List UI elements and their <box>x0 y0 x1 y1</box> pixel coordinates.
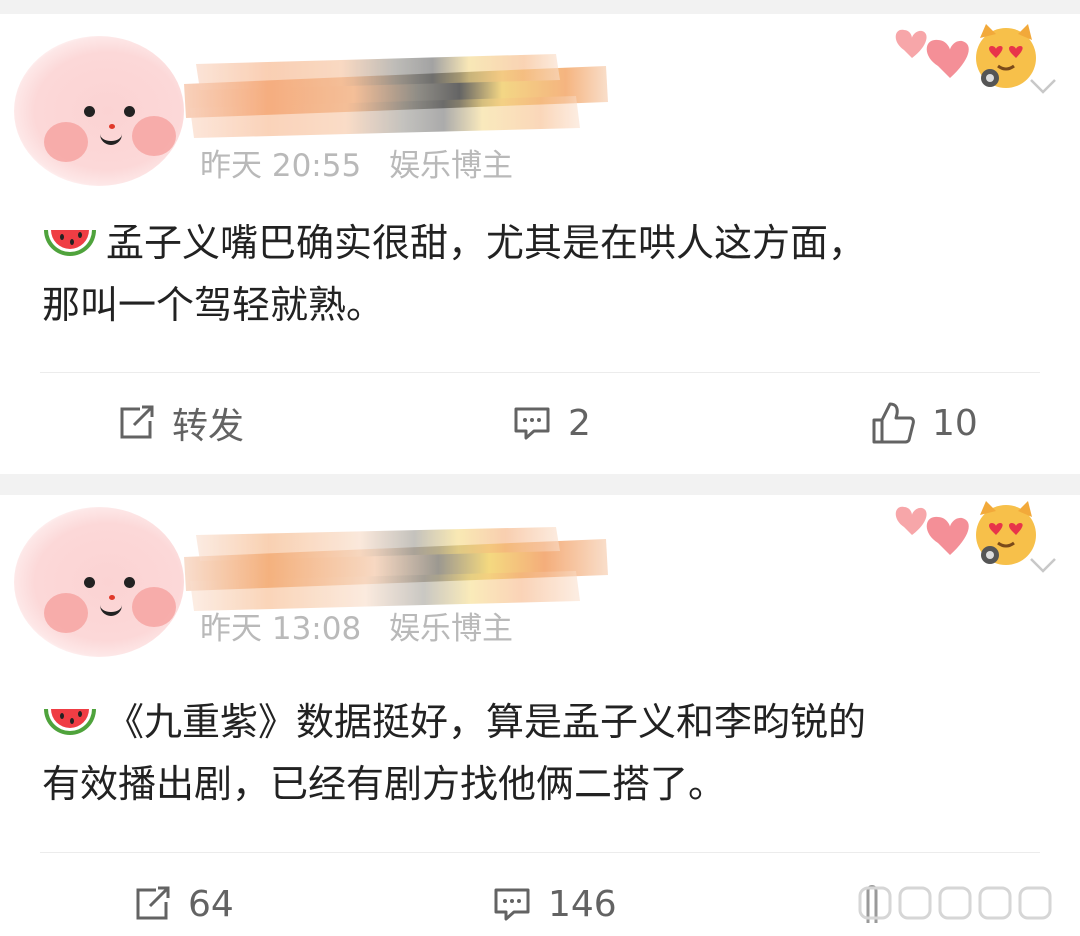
watermelon-emoji-icon <box>44 230 96 256</box>
post-source: 娱乐博主 <box>389 148 514 184</box>
comment-button[interactable]: 146 <box>492 869 617 936</box>
comment-icon <box>514 407 550 440</box>
content-line: 那叫一个驾轻就熟。 <box>42 283 385 327</box>
divider <box>40 372 1040 373</box>
post-card: 昨天 20:55 娱乐博主 孟子义嘴巴确实很甜，尤其是在哄人这方面， 那叫一个驾… <box>0 14 1080 474</box>
repost-button[interactable]: 64 <box>132 869 234 936</box>
chevron-down-icon[interactable] <box>1028 555 1058 575</box>
content-line: 有效播出剧，已经有剧方找他俩二搭了。 <box>42 762 727 806</box>
repost-count: 64 <box>188 883 234 925</box>
avatar-eye <box>124 106 135 117</box>
avatar[interactable] <box>14 36 184 186</box>
like-button[interactable]: 10 <box>870 388 978 458</box>
post-meta: 昨天 20:55 娱乐博主 <box>200 140 531 185</box>
post-content: 孟子义嘴巴确实很甜，尤其是在哄人这方面， 那叫一个驾轻就熟。 <box>42 212 1040 336</box>
content-text: 孟子义嘴巴确实很甜，尤其是在哄人这方面， <box>106 221 867 265</box>
repost-icon <box>136 886 170 920</box>
action-bar: 转发 2 10 <box>0 388 1080 458</box>
avatar-cheek <box>132 587 176 627</box>
watermelon-emoji-icon <box>44 709 96 735</box>
repost-icon <box>120 405 154 439</box>
thumbs-up-icon <box>872 402 915 444</box>
avatar-mouth <box>100 130 122 145</box>
avatar-eye <box>124 577 135 588</box>
post-time: 昨天 13:08 <box>200 611 362 647</box>
avatar-nose <box>109 124 115 129</box>
avatar-cheek <box>132 116 176 156</box>
content-text: 《九重紫》数据挺好，算是孟子义和李昀锐的 <box>106 700 867 744</box>
avatar-cheek <box>44 122 88 162</box>
feed: 昨天 20:55 娱乐博主 孟子义嘴巴确实很甜，尤其是在哄人这方面， 那叫一个驾… <box>0 0 1080 936</box>
content-line: 《九重紫》数据挺好，算是孟子义和李昀锐的 <box>42 691 1040 753</box>
post-card: 昨天 13:08 娱乐博主 《九重紫》数据挺好，算是孟子义和李昀锐的 有效播出剧… <box>0 495 1080 936</box>
like-count: 10 <box>932 402 978 444</box>
divider <box>40 852 1040 853</box>
avatar-eye <box>84 577 95 588</box>
heart-eyes-cat-badge <box>895 24 1036 88</box>
avatar-nose <box>109 595 115 600</box>
username-redaction <box>184 527 608 611</box>
comment-count: 2 <box>568 402 591 444</box>
username-redaction <box>184 54 608 138</box>
repost-label: 转发 <box>172 406 245 447</box>
comment-icon <box>494 888 530 921</box>
comment-count: 146 <box>548 883 617 925</box>
avatar-cheek <box>44 593 88 633</box>
repost-button[interactable]: 转发 <box>116 388 244 458</box>
comment-button[interactable]: 2 <box>512 388 591 458</box>
chevron-down-icon[interactable] <box>1028 76 1058 96</box>
heart-eyes-cat-badge <box>895 501 1036 565</box>
avatar-mouth <box>100 601 122 616</box>
post-source: 娱乐博主 <box>389 611 514 647</box>
avatar-eye <box>84 106 95 117</box>
post-time: 昨天 20:55 <box>200 148 362 184</box>
post-content: 《九重紫》数据挺好，算是孟子义和李昀锐的 有效播出剧，已经有剧方找他俩二搭了。 <box>42 691 1040 815</box>
watermark-logo <box>858 886 1052 920</box>
content-line: 孟子义嘴巴确实很甜，尤其是在哄人这方面， <box>42 212 1040 274</box>
avatar[interactable] <box>14 507 184 657</box>
post-meta: 昨天 13:08 娱乐博主 <box>200 603 531 648</box>
